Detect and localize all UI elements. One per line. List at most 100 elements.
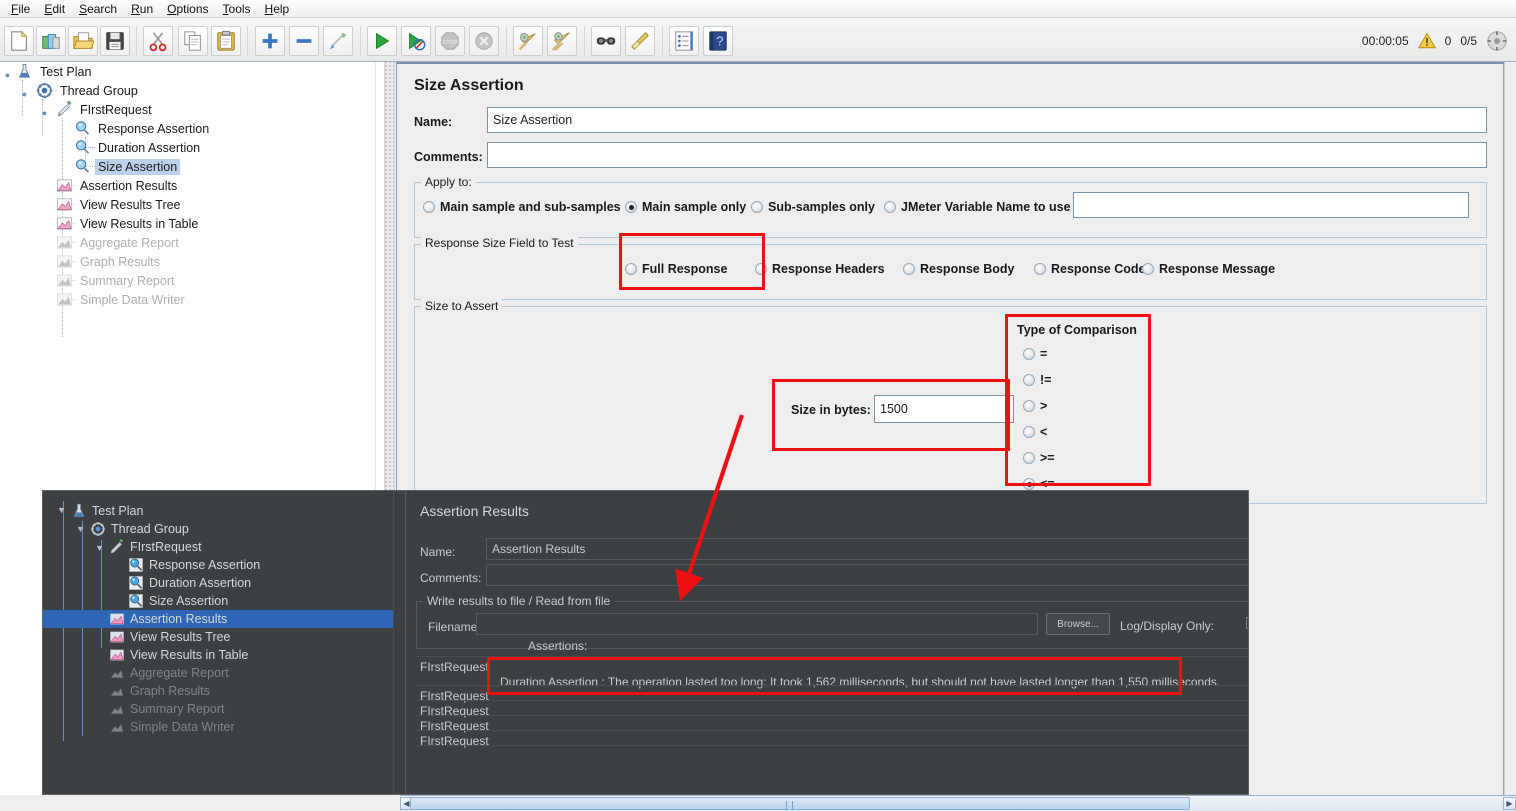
overlay-comments-input[interactable] bbox=[486, 564, 1248, 586]
overlay-tree-node-size-assertion[interactable]: Size Assertion bbox=[128, 592, 228, 610]
search-reset-button[interactable] bbox=[625, 26, 655, 56]
radio-comparison-gt[interactable]: > bbox=[1023, 399, 1047, 413]
overlay-tree-node-thread-group[interactable]: Thread Group bbox=[90, 520, 189, 538]
radio-response-message[interactable]: Response Message bbox=[1142, 262, 1275, 276]
tree-node-view-results-in-table[interactable]: View Results in Table bbox=[56, 214, 201, 233]
open-button[interactable] bbox=[68, 26, 98, 56]
tree-handle-first-request[interactable]: ● bbox=[40, 109, 49, 118]
tree-node-assertion-results[interactable]: Assertion Results bbox=[56, 176, 180, 195]
overlay-tree-node-test-plan[interactable]: Test Plan bbox=[71, 502, 143, 520]
assertion-results-overlay-window: ▼ ▼ ▼ Test Plan Thread Group FIrstReques… bbox=[42, 490, 1249, 795]
toolbar-separator-4 bbox=[506, 26, 507, 56]
overlay-list-separator bbox=[416, 745, 1248, 746]
radio-comparison-lt[interactable]: < bbox=[1023, 425, 1047, 439]
radio-comparison-neq[interactable]: != bbox=[1023, 373, 1051, 387]
radio-response-body[interactable]: Response Body bbox=[903, 262, 1014, 276]
overlay-browse-button[interactable]: Browse... bbox=[1046, 613, 1110, 635]
copy-button[interactable] bbox=[178, 26, 208, 56]
listener-disabled-icon bbox=[57, 293, 72, 306]
warning-count: 0 bbox=[1444, 34, 1452, 48]
help-button[interactable]: ? bbox=[703, 26, 733, 56]
overlay-test-plan-tree[interactable]: ▼ ▼ ▼ Test Plan Thread Group FIrstReques… bbox=[43, 491, 393, 794]
overlay-tree-node-view-results-in-table[interactable]: View Results in Table bbox=[109, 646, 248, 664]
cut-button[interactable] bbox=[143, 26, 173, 56]
menu-tools[interactable]: Tools bbox=[216, 1, 258, 17]
tree-node-thread-group[interactable]: Thread Group bbox=[36, 81, 141, 100]
menu-run[interactable]: Run bbox=[124, 1, 160, 17]
overlay-filename-input[interactable] bbox=[476, 613, 1038, 635]
expand-all-button[interactable] bbox=[255, 26, 285, 56]
radio-main-sample-and-sub-samples[interactable]: Main sample and sub-samples bbox=[423, 200, 621, 214]
overlay-tree-node-aggregate-report[interactable]: Aggregate Report bbox=[109, 664, 229, 682]
search-button[interactable] bbox=[591, 26, 621, 56]
collapse-all-button[interactable] bbox=[289, 26, 319, 56]
size-in-bytes-input[interactable] bbox=[874, 395, 1014, 423]
overlay-errors-checkbox[interactable] bbox=[1246, 617, 1248, 629]
stop-button[interactable]: STOP bbox=[435, 26, 465, 56]
toggle-button[interactable] bbox=[323, 26, 353, 56]
tree-node-graph-results[interactable]: Graph Results bbox=[56, 252, 163, 271]
function-helper-button[interactable] bbox=[669, 26, 699, 56]
templates-icon bbox=[42, 34, 60, 49]
tree-handle-thread-group[interactable]: ● bbox=[20, 90, 29, 99]
tree-handle-test-plan[interactable]: ● bbox=[3, 71, 12, 80]
paste-button[interactable] bbox=[211, 26, 241, 56]
tree-node-duration-assertion[interactable]: Duration Assertion bbox=[74, 138, 203, 157]
comments-input[interactable] bbox=[487, 142, 1487, 168]
jmeter-variable-input[interactable] bbox=[1073, 192, 1469, 218]
shutdown-button[interactable] bbox=[469, 26, 499, 56]
overlay-tree-node-label: Thread Group bbox=[111, 522, 189, 536]
overlay-tree-node-assertion-results[interactable]: Assertion Results bbox=[43, 610, 393, 628]
menu-edit[interactable]: Edit bbox=[37, 1, 72, 17]
clear-button[interactable] bbox=[513, 26, 543, 56]
tree-node-response-assertion[interactable]: Response Assertion bbox=[74, 119, 212, 138]
radio-dot bbox=[751, 201, 763, 213]
radio-response-code[interactable]: Response Code bbox=[1034, 262, 1145, 276]
overlay-tree-node-view-results-tree[interactable]: View Results Tree bbox=[109, 628, 231, 646]
radio-jmeter-variable-name[interactable]: JMeter Variable Name to use bbox=[884, 200, 1071, 214]
radio-main-sample-only[interactable]: Main sample only bbox=[625, 200, 746, 214]
shutdown-icon bbox=[475, 32, 493, 50]
overlay-list-separator bbox=[416, 715, 1248, 716]
start-no-pauses-button[interactable] bbox=[401, 26, 431, 56]
start-button[interactable] bbox=[367, 26, 397, 56]
radio-comparison-lte[interactable]: <= bbox=[1023, 477, 1055, 491]
overlay-tree-node-graph-results[interactable]: Graph Results bbox=[109, 682, 210, 700]
menu-help[interactable]: Help bbox=[258, 1, 297, 17]
overlay-name-input[interactable] bbox=[486, 538, 1248, 560]
tree-node-first-request[interactable]: FIrstRequest bbox=[56, 100, 155, 119]
tree-node-summary-report[interactable]: Summary Report bbox=[56, 271, 177, 290]
horizontal-scrollbar[interactable]: ◀ ▶ bbox=[400, 795, 1516, 811]
radio-comparison-gte[interactable]: >= bbox=[1023, 451, 1055, 465]
tree-node-aggregate-report[interactable]: Aggregate Report bbox=[56, 233, 182, 252]
menu-search[interactable]: Search bbox=[72, 1, 124, 17]
overlay-tree-node-summary-report[interactable]: Summary Report bbox=[109, 700, 224, 718]
scroll-right-arrow[interactable]: ▶ bbox=[1503, 797, 1516, 810]
overlay-tree-node-duration-assertion[interactable]: Duration Assertion bbox=[128, 574, 251, 592]
thread-count: 0/5 bbox=[1460, 34, 1477, 48]
radio-full-response[interactable]: Full Response bbox=[625, 262, 727, 276]
tree-node-size-assertion[interactable]: Size Assertion bbox=[74, 157, 181, 176]
menu-options[interactable]: Options bbox=[160, 1, 215, 17]
overlay-tree-node-first-request[interactable]: FIrstRequest bbox=[109, 538, 202, 556]
menu-file[interactable]: File bbox=[4, 1, 37, 17]
radio-comparison-eq[interactable]: = bbox=[1023, 347, 1047, 361]
horizontal-scrollbar-thumb[interactable] bbox=[410, 797, 1190, 810]
stop-icon: STOP bbox=[441, 32, 459, 50]
templates-button[interactable] bbox=[36, 26, 66, 56]
overlay-chevron-down-icon[interactable]: ▼ bbox=[76, 524, 85, 534]
new-button[interactable] bbox=[4, 26, 34, 56]
radio-sub-samples-only[interactable]: Sub-samples only bbox=[751, 200, 875, 214]
overlay-chevron-down-icon[interactable]: ▼ bbox=[95, 543, 104, 553]
overlay-tree-node-response-assertion[interactable]: Response Assertion bbox=[128, 556, 260, 574]
radio-response-headers[interactable]: Response Headers bbox=[755, 262, 885, 276]
name-input[interactable] bbox=[487, 107, 1487, 133]
clear-all-button[interactable] bbox=[547, 26, 577, 56]
save-button[interactable] bbox=[100, 26, 130, 56]
overlay-tree-node-simple-data-writer[interactable]: Simple Data Writer bbox=[109, 718, 235, 736]
tree-node-test-plan[interactable]: Test Plan bbox=[16, 62, 94, 81]
tree-node-simple-data-writer[interactable]: Simple Data Writer bbox=[56, 290, 188, 309]
tree-node-view-results-tree[interactable]: View Results Tree bbox=[56, 195, 184, 214]
overlay-chevron-down-icon[interactable]: ▼ bbox=[57, 505, 66, 515]
tree-node-label: Size Assertion bbox=[95, 158, 181, 175]
